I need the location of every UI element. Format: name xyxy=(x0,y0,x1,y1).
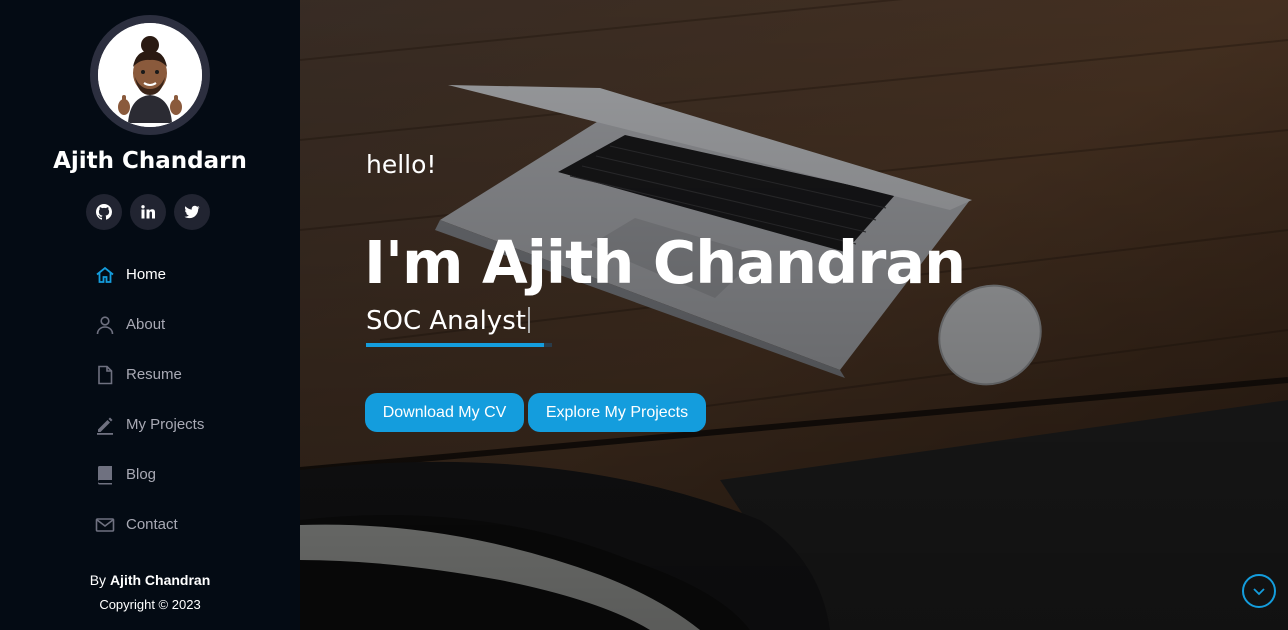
nav-item-contact[interactable]: Contact xyxy=(94,508,284,558)
github-link[interactable] xyxy=(86,194,122,230)
role-underline xyxy=(366,343,552,347)
pencil-icon xyxy=(94,414,116,436)
footer-by-prefix: By xyxy=(89,572,107,588)
hero-greeting: hello! xyxy=(366,150,437,179)
memoji-avatar-icon xyxy=(98,23,202,127)
avatar-ring xyxy=(90,15,210,135)
nav-item-label: About xyxy=(126,316,166,333)
user-icon xyxy=(94,314,116,336)
profile-name: Ajith Chandarn xyxy=(53,148,247,174)
scroll-down-button[interactable] xyxy=(1242,574,1276,608)
footer-author-name: Ajith Chandran xyxy=(109,572,211,588)
nav-item-home[interactable]: Home xyxy=(94,258,284,308)
sidebar: Ajith Chandarn Home About Resume My Proj… xyxy=(0,0,300,630)
nav-item-label: Blog xyxy=(126,466,157,483)
hero-role: SOC Analyst xyxy=(366,306,530,336)
nav-item-label: Resume xyxy=(126,366,182,383)
typing-cursor xyxy=(527,307,530,333)
envelope-icon xyxy=(94,514,116,536)
home-icon xyxy=(94,264,116,286)
nav-item-label: My Projects xyxy=(126,416,205,433)
linkedin-icon xyxy=(141,205,155,219)
nav-item-resume[interactable]: Resume xyxy=(94,358,284,408)
avatar xyxy=(98,23,202,127)
nav-item-about[interactable]: About xyxy=(94,308,284,358)
social-links xyxy=(86,194,214,230)
hero-section: hello! I'm Ajith Chandran SOC Analyst Do… xyxy=(300,0,1288,630)
nav-item-blog[interactable]: Blog xyxy=(94,458,284,508)
file-icon xyxy=(94,364,116,386)
footer-copyright: Copyright © 2023 xyxy=(99,597,201,612)
nav-item-label: Home xyxy=(126,266,167,283)
main-nav: Home About Resume My Projects Blog Conta… xyxy=(94,258,284,558)
download-cv-button[interactable]: Download My CV xyxy=(365,393,524,432)
chevron-down-icon xyxy=(1253,588,1265,596)
book-icon xyxy=(94,464,116,486)
twitter-link[interactable] xyxy=(174,194,210,230)
github-icon xyxy=(96,204,112,220)
linkedin-link[interactable] xyxy=(130,194,166,230)
explore-projects-button[interactable]: Explore My Projects xyxy=(528,393,706,432)
twitter-icon xyxy=(184,205,200,219)
nav-item-label: Contact xyxy=(126,516,178,533)
hero-headline: I'm Ajith Chandran xyxy=(364,228,966,297)
footer-credit: By Ajith Chandran xyxy=(0,572,300,588)
hero-role-text: SOC Analyst xyxy=(366,306,526,336)
nav-item-my-projects[interactable]: My Projects xyxy=(94,408,284,458)
